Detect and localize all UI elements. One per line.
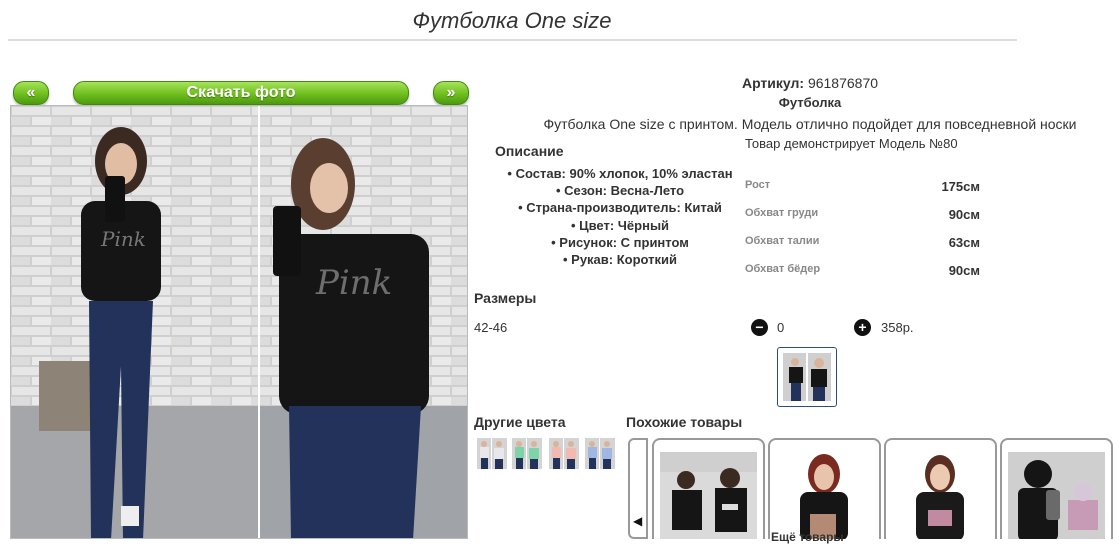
attribute-item: • Рисунок: С принтом bbox=[551, 234, 689, 250]
svg-text:Pink: Pink bbox=[315, 263, 392, 303]
arrow-left-icon: ◀ bbox=[633, 514, 643, 528]
article-line: Артикул: 961876870 bbox=[640, 75, 980, 91]
measurement-row: Обхват талии 63см bbox=[745, 229, 985, 257]
carousel-prev-button[interactable]: ◀ bbox=[628, 438, 648, 539]
description-heading: Описание bbox=[495, 143, 564, 159]
title-divider bbox=[8, 39, 1017, 41]
next-photo-button[interactable]: » bbox=[433, 81, 469, 105]
print-left: Pink bbox=[100, 227, 146, 251]
article-value: 961876870 bbox=[807, 75, 879, 91]
selected-photo-thumbnail[interactable] bbox=[777, 347, 837, 407]
attribute-item: • Рукав: Короткий bbox=[562, 251, 678, 267]
similar-product-card[interactable] bbox=[1000, 438, 1113, 539]
other-color-thumbnail[interactable] bbox=[585, 438, 615, 469]
price-value: 358р. bbox=[881, 320, 914, 335]
other-color-thumbnail[interactable] bbox=[549, 438, 579, 469]
measurement-row: Обхват груди 90см bbox=[745, 201, 985, 229]
model-heading: Товар демонстрирует Модель №80 bbox=[745, 136, 958, 151]
more-products-link[interactable]: Ещё товары bbox=[771, 530, 844, 544]
similar-product-card[interactable] bbox=[884, 438, 997, 539]
other-color-thumbnail[interactable] bbox=[512, 438, 542, 469]
measurement-row: Рост 175см bbox=[745, 173, 985, 201]
prev-photo-button[interactable]: « bbox=[13, 81, 49, 105]
similar-product-card[interactable] bbox=[768, 438, 881, 539]
measurement-label: Обхват талии bbox=[745, 235, 820, 247]
attribute-item: • Цвет: Чёрный bbox=[570, 217, 670, 233]
product-short-description: Футболка One size с принтом. Модель отли… bbox=[543, 116, 1077, 132]
measurement-row: Обхват бёдер 90см bbox=[745, 257, 985, 285]
product-photo[interactable]: Pink Pink bbox=[10, 105, 468, 539]
quantity-value: 0 bbox=[777, 320, 785, 335]
attribute-list: • Состав: 90% хлопок, 10% эластан • Сезо… bbox=[490, 165, 750, 268]
measurement-label: Обхват бёдер bbox=[745, 263, 821, 275]
measurement-label: Обхват груди bbox=[745, 207, 819, 219]
attribute-item: • Страна-производитель: Китай bbox=[518, 200, 722, 216]
download-photo-button[interactable]: Скачать фото bbox=[73, 81, 409, 105]
size-value: 42-46 bbox=[474, 320, 508, 335]
product-type: Футболка bbox=[778, 95, 842, 110]
page-title: Футболка One size bbox=[412, 8, 612, 33]
attribute-item: • Состав: 90% хлопок, 10% эластан bbox=[507, 166, 733, 181]
attribute-item: • Сезон: Весна-Лето bbox=[555, 183, 685, 199]
measurement-value: 90см bbox=[948, 263, 980, 278]
model-measurements: Рост 175см Обхват груди 90см Обхват тали… bbox=[745, 173, 985, 285]
measurement-label: Рост bbox=[745, 179, 771, 191]
sizes-heading: Размеры bbox=[474, 290, 537, 306]
similar-product-card[interactable] bbox=[652, 438, 765, 539]
other-color-thumbnail[interactable] bbox=[477, 438, 507, 469]
other-colors-heading: Другие цвета bbox=[474, 414, 566, 430]
decrease-quantity-button[interactable]: − bbox=[751, 319, 768, 336]
increase-quantity-button[interactable]: + bbox=[854, 319, 871, 336]
measurement-value: 63см bbox=[948, 235, 980, 250]
article-label: Артикул: bbox=[741, 75, 805, 91]
measurement-value: 90см bbox=[948, 207, 980, 222]
measurement-value: 175см bbox=[941, 179, 980, 194]
similar-products-heading: Похожие товары bbox=[626, 414, 743, 430]
